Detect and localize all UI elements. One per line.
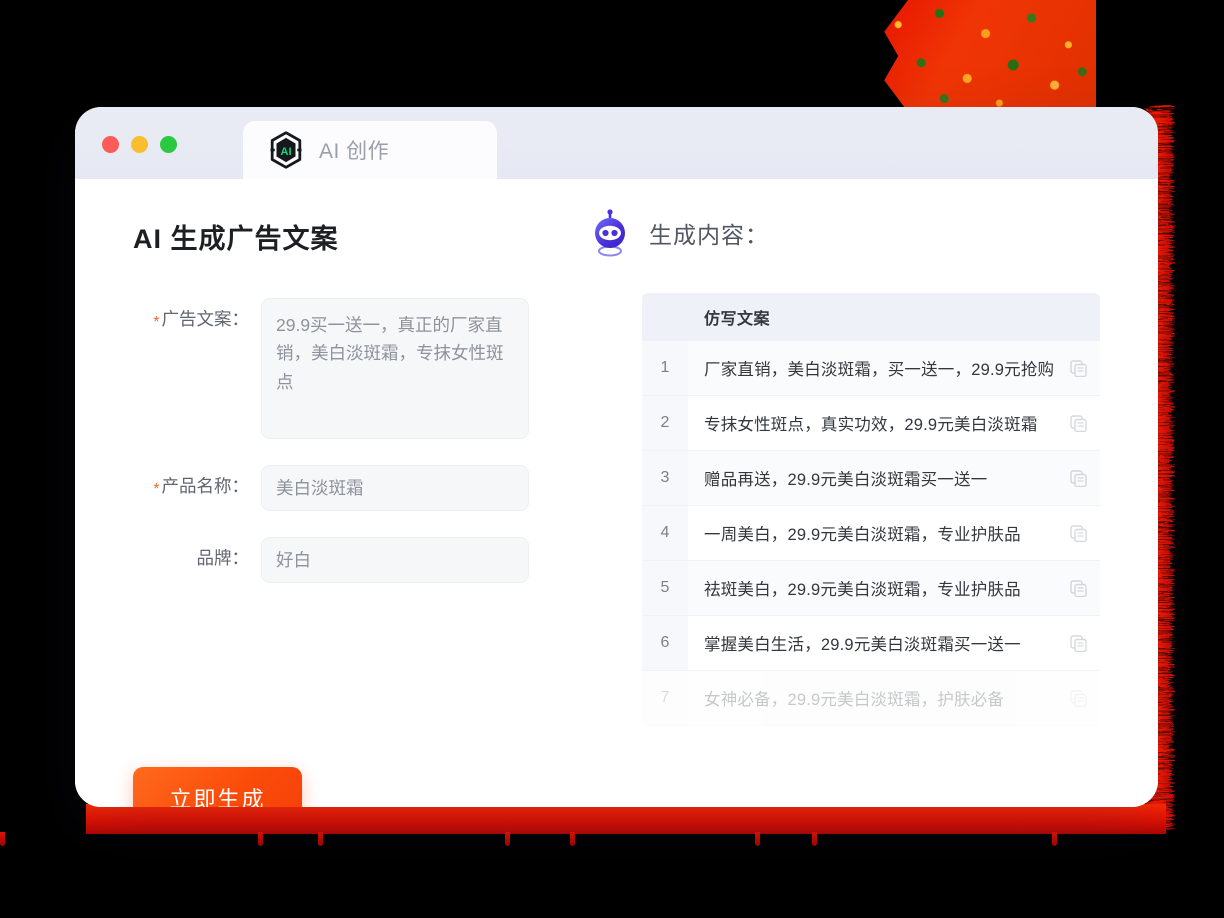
row-text: 赠品再送，29.9元美白淡斑霜买一送一 <box>704 471 988 489</box>
copy-button[interactable] <box>1056 414 1100 432</box>
results-header: 生成内容： <box>580 209 1118 257</box>
tab-ai-creation[interactable]: AI AI 创作 <box>243 121 497 179</box>
form-label-product-name: * 产品名称： <box>133 465 261 499</box>
form-label-ad-copy: * 广告文案： <box>133 298 261 332</box>
table-row[interactable]: 4 一周美白，29.9元美白淡斑霜，专业护肤品 <box>642 506 1100 561</box>
row-index: 7 <box>642 671 688 725</box>
traffic-light-group <box>102 136 177 153</box>
row-text: 厂家直销，美白淡斑霜，买一送一，29.9元抢购 <box>704 361 1055 379</box>
form-panel: AI 生成广告文案 * 广告文案： 29.9买一送一，真正的厂家直销，美白淡斑霜，… <box>75 179 580 807</box>
decoration-top-right <box>866 0 1096 112</box>
window-body: AI 生成广告文案 * 广告文案： 29.9买一送一，真正的厂家直销，美白淡斑霜，… <box>75 179 1158 807</box>
copy-icon <box>1069 524 1087 542</box>
required-marker: * <box>153 314 160 331</box>
copy-button[interactable] <box>1056 469 1100 487</box>
copy-icon <box>1069 414 1087 432</box>
robot-head-icon <box>588 209 632 257</box>
decoration-drip <box>570 832 575 846</box>
results-title: 生成内容： <box>649 222 769 248</box>
row-index: 3 <box>642 451 688 505</box>
row-index: 5 <box>642 561 688 615</box>
copy-button[interactable] <box>1056 359 1100 377</box>
row-text: 专抹女性斑点，真实功效，29.9元美白淡斑霜 <box>704 416 1038 434</box>
table-row[interactable]: 2 专抹女性斑点，真实功效，29.9元美白淡斑霜 <box>642 396 1100 451</box>
form-label-brand: 品牌： <box>133 537 261 570</box>
row-index: 4 <box>642 506 688 560</box>
table-row[interactable]: 1 厂家直销，美白淡斑霜，买一送一，29.9元抢购 <box>642 341 1100 396</box>
copy-button[interactable] <box>1056 524 1100 542</box>
decoration-drip <box>755 832 760 846</box>
decoration-drip <box>258 832 263 846</box>
table-header-index <box>642 293 688 341</box>
window-titlebar: AI AI 创作 <box>75 107 1158 179</box>
ai-hexagon-logo-icon: AI <box>267 131 305 169</box>
form-label-text: 产品名称： <box>161 476 250 496</box>
row-text: 一周美白，29.9元美白淡斑霜，专业护肤品 <box>704 526 1021 544</box>
table-row[interactable]: 5 祛斑美白，29.9元美白淡斑霜，专业护肤品 <box>642 561 1100 616</box>
decoration-drip <box>812 832 817 846</box>
copy-icon <box>1069 469 1087 487</box>
maximize-window-button[interactable] <box>160 136 177 153</box>
decoration-drip <box>318 832 323 846</box>
product-name-input[interactable]: 美白淡斑霜 <box>261 465 529 511</box>
tab-label: AI 创作 <box>319 140 390 163</box>
decoration-bottom-edge <box>86 804 1166 834</box>
page-title: AI 生成广告文案 <box>133 224 339 254</box>
row-index: 6 <box>642 616 688 670</box>
copy-button[interactable] <box>1056 579 1100 597</box>
app-window: AI AI 创作 AI 生成广告文案 * 广告文案： 29.9买一送一，真正的厂家… <box>75 107 1158 807</box>
copy-button[interactable] <box>1056 689 1100 707</box>
form-field-brand: 品牌： 好白 <box>133 537 580 583</box>
decoration-drip <box>0 832 5 846</box>
row-text: 掌握美白生活，29.9元美白淡斑霜买一送一 <box>704 636 1021 654</box>
copy-icon <box>1069 579 1087 597</box>
row-text: 女神必备，29.9元美白淡斑霜，护肤必备 <box>704 691 1005 709</box>
table-header-copy: 仿写文案 <box>704 311 771 328</box>
minimize-window-button[interactable] <box>131 136 148 153</box>
results-table: 仿写文案 1 厂家直销，美白淡斑霜，买一送一，29.9元抢购 2 专抹女性斑点，… <box>642 293 1100 726</box>
svg-text:AI: AI <box>280 146 291 158</box>
close-window-button[interactable] <box>102 136 119 153</box>
list-fade-overlay <box>642 749 1118 807</box>
row-text: 祛斑美白，29.9元美白淡斑霜，专业护肤品 <box>704 581 1021 599</box>
table-row[interactable]: 3 赠品再送，29.9元美白淡斑霜买一送一 <box>642 451 1100 506</box>
copy-button[interactable] <box>1056 634 1100 652</box>
decoration-texture <box>866 0 1096 112</box>
results-panel: 生成内容： 仿写文案 1 厂家直销，美白淡斑霜，买一送一，29.9元抢购 2 专… <box>580 179 1158 807</box>
form-field-product-name: * 产品名称： 美白淡斑霜 <box>133 465 580 511</box>
copy-icon <box>1069 689 1087 707</box>
copy-icon <box>1069 359 1087 377</box>
form-label-text: 品牌： <box>196 548 250 568</box>
table-header-row: 仿写文案 <box>642 293 1100 341</box>
table-row[interactable]: 6 掌握美白生活，29.9元美白淡斑霜买一送一 <box>642 616 1100 671</box>
copy-icon <box>1069 634 1087 652</box>
required-marker: * <box>153 481 160 498</box>
form-label-text: 广告文案： <box>161 309 250 329</box>
ad-copy-textarea[interactable]: 29.9买一送一，真正的厂家直销，美白淡斑霜，专抹女性斑点 <box>261 298 529 439</box>
form-field-ad-copy: * 广告文案： 29.9买一送一，真正的厂家直销，美白淡斑霜，专抹女性斑点 <box>133 298 580 439</box>
decoration-drip <box>1052 832 1057 846</box>
generate-button[interactable]: 立即生成 <box>133 767 302 807</box>
row-index: 2 <box>642 396 688 450</box>
brand-input[interactable]: 好白 <box>261 537 529 583</box>
row-index: 1 <box>642 341 688 395</box>
decoration-drip <box>505 832 510 846</box>
table-row[interactable]: 7 女神必备，29.9元美白淡斑霜，护肤必备 <box>642 671 1100 726</box>
